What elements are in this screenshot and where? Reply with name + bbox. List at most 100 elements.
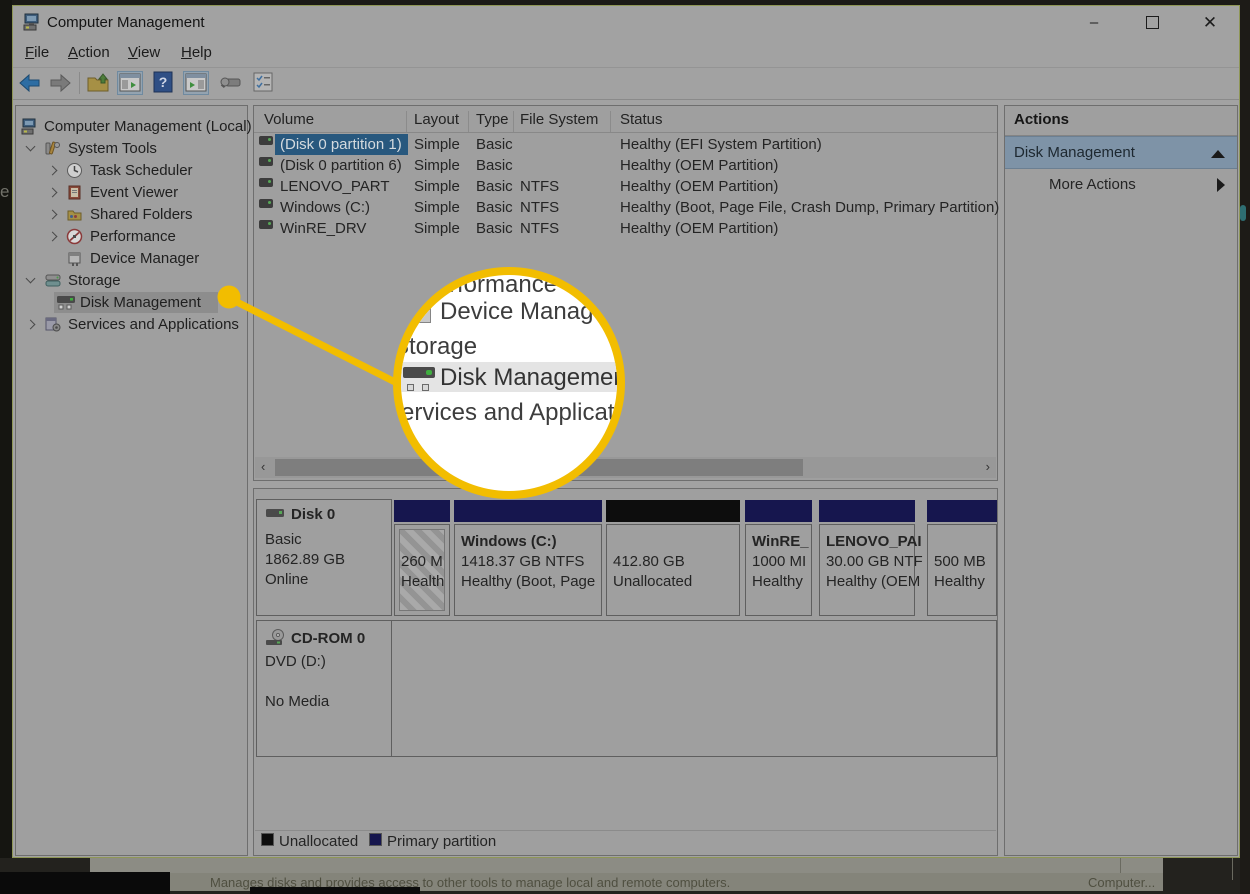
tree-item-system-tools[interactable]: System Tools [16,138,247,159]
menu-file[interactable]: File [25,44,49,61]
more-actions-item[interactable]: More Actions [1005,169,1237,199]
partition-size: 1000 MI [752,553,807,570]
volume-icon [259,199,273,208]
background-dark-block [0,872,170,894]
forward-button[interactable] [47,71,73,95]
back-button[interactable] [17,71,43,95]
volume-row-disk0-partition1[interactable]: (Disk 0 partition 1) Simple Basic Health… [254,134,997,155]
partition-efi[interactable]: 260 M Health [394,524,450,616]
tree-item-disk-management[interactable]: Disk Management [16,292,247,313]
cell-layout: Simple [414,199,460,216]
cell-type: Basic [476,178,513,195]
cdrom-drive: DVD (D:) [265,653,326,670]
partition-lenovo[interactable]: LENOVO_PAI 30.00 GB NTF Healthy (OEM [819,524,923,616]
title-bar[interactable]: Computer Management – ✕ [13,6,1239,39]
cdrom-empty-region[interactable] [391,620,997,757]
tree-item-label: Shared Folders [90,206,193,223]
cdrom-name: CD-ROM 0 [291,630,366,647]
disk0-kind: Basic [265,531,302,548]
tree-item-label: Disk Management [80,294,201,311]
maximize-button[interactable] [1129,6,1175,39]
tree-item-services-applications[interactable]: Services and Applications [16,314,247,335]
column-header-type[interactable]: Type [476,111,509,128]
partition-windows-c[interactable]: Windows (C:) 1418.37 GB NTFS Healthy (Bo… [454,524,602,616]
partition-unallocated[interactable]: 412.80 GB Unallocated [606,524,740,616]
close-glyph: ✕ [1202,13,1218,32]
column-divider[interactable] [468,111,469,132]
chevron-right-icon[interactable] [25,319,36,330]
tree-item-event-viewer[interactable]: Event Viewer [16,182,247,203]
volume-row-windows-c[interactable]: Windows (C:) Simple Basic NTFS Healthy (… [254,197,999,218]
computer-icon [21,118,36,135]
help-button[interactable]: ? [151,71,177,95]
tree-item-shared-folders[interactable]: Shared Folders [16,204,247,225]
tree-item-storage[interactable]: Storage [16,270,247,291]
volume-table-header: Volume Layout Type File System Status [254,109,997,133]
menu-view[interactable]: View [128,44,160,61]
column-header-file-system[interactable]: File System [520,111,598,128]
column-divider[interactable] [513,111,514,132]
cell-layout: Simple [414,157,460,174]
close-button[interactable]: ✕ [1187,6,1233,39]
svg-text:?: ? [159,74,168,90]
cell-file-system: NTFS [520,199,560,216]
column-header-volume[interactable]: Volume [264,111,314,128]
chevron-right-icon[interactable] [47,165,58,176]
disk-icon [266,509,284,517]
tree-item-device-manager[interactable]: Device Manager [16,248,247,269]
folder-arrow-icon [87,73,109,92]
magnified-disk-management-icon [403,367,435,391]
menu-help[interactable]: Help [181,44,212,61]
partition-status: Healthy [752,573,803,590]
properties-button[interactable] [251,71,277,95]
minimize-button[interactable]: – [1071,6,1117,39]
cell-status: Healthy (OEM Partition) [620,220,779,237]
actions-group-disk-management[interactable]: Disk Management [1005,136,1237,169]
background-dark-block [250,887,420,894]
volume-row-lenovo-part[interactable]: LENOVO_PART Simple Basic NTFS Healthy (O… [254,176,997,197]
tree-item-computer-management[interactable]: Computer Management (Local) [16,116,252,137]
cell-layout: Simple [414,136,460,153]
volume-icon [259,136,273,145]
scroll-left-arrow-icon[interactable]: ‹ [261,459,265,474]
background-divider [1232,858,1233,880]
forward-arrow-icon [50,73,71,93]
tree-item-performance[interactable]: Performance [16,226,247,247]
scroll-right-arrow-icon[interactable]: › [986,459,990,474]
column-header-status[interactable]: Status [620,111,663,128]
partition-500mb[interactable]: 500 MB Healthy [927,524,997,616]
column-divider[interactable] [406,111,407,132]
show-action-pane-button[interactable] [183,71,209,95]
magnified-performance-partial: rformance [449,271,558,298]
scan-disks-icon [220,77,241,89]
volume-row-winre-drv[interactable]: WinRE_DRV Simple Basic NTFS Healthy (OEM… [254,218,997,239]
storage-icon [45,274,61,287]
device-manager-icon [68,252,81,266]
partition-title: LENOVO_PAI [826,533,922,550]
magnified-device-manager-icon [407,303,431,323]
cdrom-info-box[interactable]: CD-ROM 0 DVD (D:) No Media [256,620,392,757]
maximize-glyph [1145,16,1159,29]
refresh-device-button[interactable] [218,71,244,95]
column-header-layout[interactable]: Layout [414,111,459,128]
expand-arrow-icon[interactable] [1217,178,1225,192]
horizontal-scrollbar[interactable]: ‹ › [255,457,996,478]
partition-size: 412.80 GB [613,553,685,570]
menu-action[interactable]: Action [68,44,110,61]
chevron-right-icon[interactable] [47,209,58,220]
chevron-down-icon[interactable] [25,273,36,284]
chevron-down-icon[interactable] [25,141,36,152]
export-list-button[interactable] [85,71,111,95]
chevron-right-icon[interactable] [47,231,58,242]
column-divider[interactable] [610,111,611,132]
partition-winre[interactable]: WinRE_ 1000 MI Healthy [745,524,812,616]
magnified-disk-management: Disk Management [440,364,625,391]
volume-row-disk0-partition6[interactable]: (Disk 0 partition 6) Simple Basic Health… [254,155,997,176]
chevron-right-icon[interactable] [47,187,58,198]
disk0-info-box[interactable]: Disk 0 Basic 1862.89 GB Online [256,499,392,616]
tree-item-label: Event Viewer [90,184,179,201]
collapse-arrow-icon[interactable] [1211,150,1225,158]
volume-icon [259,220,273,229]
tree-item-task-scheduler[interactable]: Task Scheduler [16,160,247,181]
show-console-tree-button[interactable] [117,71,143,95]
